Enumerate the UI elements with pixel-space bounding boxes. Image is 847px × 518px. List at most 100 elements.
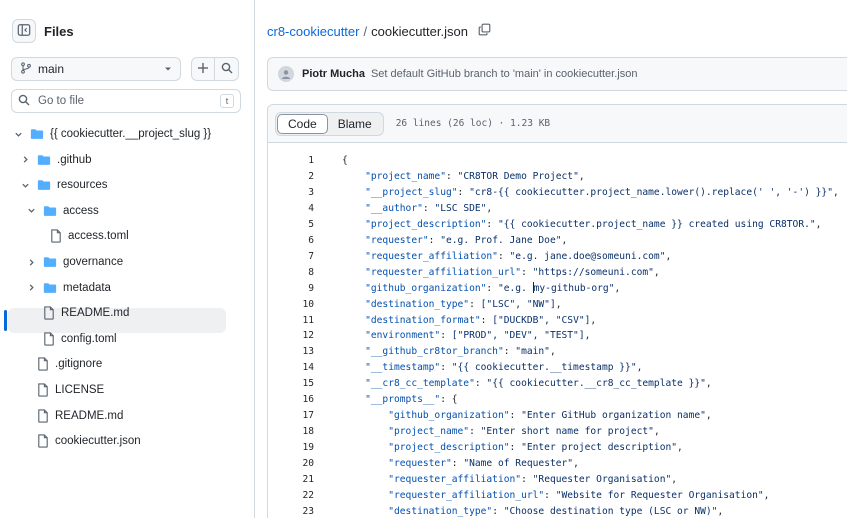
line-number[interactable]: 23 — [268, 504, 314, 518]
chevron-right-icon[interactable] — [25, 258, 37, 267]
file-icon — [37, 383, 49, 397]
breadcrumb-repo-link[interactable]: cr8-cookiecutter — [267, 24, 359, 39]
line-number[interactable]: 11 — [268, 313, 314, 329]
collapse-sidebar-button[interactable] — [12, 19, 36, 43]
file-icon — [50, 229, 62, 244]
json-value: "Requester Organisation" — [532, 474, 672, 485]
line-content: { — [342, 153, 348, 169]
json-key: "requester" — [388, 458, 452, 470]
file-icon — [37, 408, 49, 423]
line-number[interactable]: 16 — [268, 392, 314, 408]
chevron-down-icon[interactable] — [25, 206, 37, 215]
line-number[interactable]: 19 — [268, 440, 314, 456]
line-number[interactable]: 13 — [268, 344, 314, 360]
add-file-button[interactable] — [191, 57, 215, 81]
line-content: "github_organization": "Enter GitHub org… — [388, 410, 712, 422]
line-number[interactable]: 4 — [268, 201, 314, 217]
code-line: 19 "project_description": "Enter project… — [268, 440, 847, 456]
chevron-right-icon[interactable] — [25, 283, 37, 292]
commit-author[interactable]: Piotr Mucha — [302, 68, 365, 80]
chevron-right-icon[interactable] — [19, 155, 31, 164]
line-content: "__project_slug": "cr8-{{ cookiecutter.p… — [365, 186, 839, 198]
line-content: "__github_cr8tor_branch": "main", — [365, 346, 556, 358]
tree-item-label: cookiecutter.json — [55, 435, 141, 448]
json-value: "main" — [515, 346, 550, 358]
json-key: "github_organization" — [388, 410, 510, 422]
json-key: "__prompts__" — [365, 394, 441, 406]
copy-path-button[interactable] — [478, 23, 491, 39]
line-number[interactable]: 3 — [268, 185, 314, 201]
copy-icon — [478, 23, 491, 39]
tree-folder[interactable]: resources — [19, 173, 108, 197]
folder-icon — [43, 282, 57, 294]
commit-message[interactable]: Set default GitHub branch to 'main' in c… — [371, 68, 638, 80]
line-number[interactable]: 18 — [268, 424, 314, 440]
code-line: 2 "project_name": "CR8TOR Demo Project", — [268, 169, 847, 185]
code-line: 7 "requester_affiliation": "e.g. jane.do… — [268, 249, 847, 265]
line-number[interactable]: 9 — [268, 281, 314, 297]
json-value: "{{ cookiecutter.__timestamp }}" — [451, 362, 637, 374]
json-value: "CR8TOR Demo Project" — [457, 170, 579, 182]
code-line: 12 "environment": ["PROD", "DEV", "TEST"… — [268, 328, 847, 344]
chevron-down-icon[interactable] — [19, 181, 31, 190]
tab-blame[interactable]: Blame — [328, 114, 382, 134]
json-key: "requester" — [365, 234, 429, 246]
tree-file[interactable]: README.md — [37, 301, 129, 325]
breadcrumb-file-name: cookiecutter.json — [371, 23, 468, 39]
text-cursor — [532, 281, 534, 293]
tree-file[interactable]: config.toml — [37, 327, 117, 351]
json-key: "__cr8_cc_template" — [365, 378, 475, 390]
code-line: 13 "__github_cr8tor_branch": "main", — [268, 344, 847, 360]
tree-folder[interactable]: governance — [25, 250, 123, 274]
line-number[interactable]: 8 — [268, 265, 314, 281]
json-value: "{{ cookiecutter.project_name }} created… — [497, 218, 816, 230]
line-number[interactable]: 10 — [268, 297, 314, 313]
branch-select-button[interactable]: main — [11, 57, 181, 81]
tree-file[interactable]: cookiecutter.json — [31, 429, 141, 453]
line-number[interactable]: 6 — [268, 233, 314, 249]
go-to-file-input[interactable]: Go to file t — [11, 89, 241, 113]
line-number[interactable]: 2 — [268, 169, 314, 185]
line-number[interactable]: 22 — [268, 488, 314, 504]
json-value: "Name of Requester" — [463, 458, 574, 470]
line-number[interactable]: 17 — [268, 408, 314, 424]
keyboard-shortcut-hint: t — [220, 94, 234, 108]
tree-item-label: README.md — [55, 409, 124, 422]
line-number[interactable]: 12 — [268, 328, 314, 344]
folder-icon — [37, 179, 51, 191]
json-value: "Enter short name for project" — [480, 426, 654, 438]
json-key: "destination_type" — [365, 298, 470, 310]
line-number[interactable]: 15 — [268, 376, 314, 392]
folder-icon — [43, 205, 57, 217]
line-number[interactable]: 20 — [268, 456, 314, 472]
line-number[interactable]: 5 — [268, 217, 314, 233]
tree-file[interactable]: LICENSE — [31, 378, 104, 402]
code-line: 17 "github_organization": "Enter GitHub … — [268, 408, 847, 424]
json-key: "__author" — [365, 202, 423, 214]
branch-toolbar: main — [11, 57, 239, 81]
tree-file[interactable]: access.toml — [44, 224, 129, 248]
json-key: "__timestamp" — [365, 362, 441, 374]
line-number[interactable]: 1 — [268, 153, 314, 169]
line-content: "destination_format": ["DUCKDB", "CSV"], — [365, 314, 597, 326]
tree-file[interactable]: README.md — [31, 404, 123, 428]
folder-icon — [30, 128, 44, 140]
selected-item-indicator — [4, 310, 7, 331]
search-files-button[interactable] — [215, 57, 239, 81]
line-content: "destination_type": ["LSC", "NW"], — [365, 298, 562, 310]
json-key: "environment" — [365, 330, 441, 342]
tree-folder[interactable]: access — [25, 199, 99, 223]
line-number[interactable]: 14 — [268, 360, 314, 376]
tree-folder[interactable]: .github — [19, 148, 92, 172]
tree-folder[interactable]: {{ cookiecutter.__project_slug }} — [12, 122, 211, 146]
tree-file[interactable]: .gitignore — [31, 352, 102, 376]
tree-folder[interactable]: metadata — [25, 276, 111, 300]
json-value: ["PROD", "DEV", "TEST"] — [451, 330, 585, 342]
line-content: "project_name": "Enter short name for pr… — [388, 426, 660, 438]
line-content: "requester_affiliation_url": "Website fo… — [388, 489, 770, 501]
line-number[interactable]: 7 — [268, 249, 314, 265]
avatar[interactable] — [278, 66, 294, 82]
tab-code[interactable]: Code — [277, 113, 328, 134]
chevron-down-icon[interactable] — [12, 130, 24, 139]
line-number[interactable]: 21 — [268, 472, 314, 488]
